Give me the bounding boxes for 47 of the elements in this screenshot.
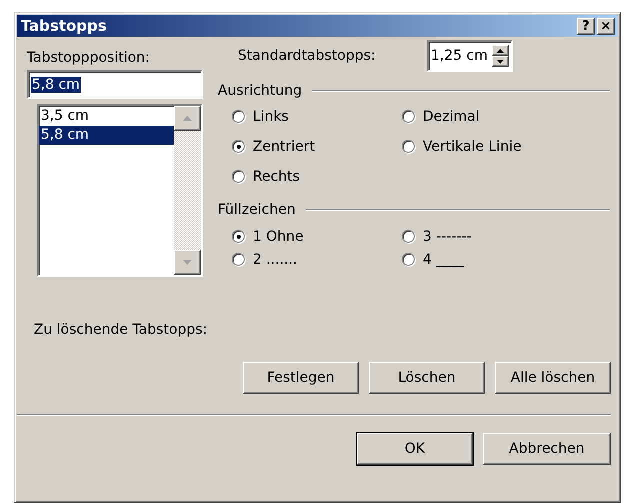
radio-button[interactable] xyxy=(402,110,415,123)
window-title: Tabstopps xyxy=(21,17,108,35)
field-label: Standardtabstopps: xyxy=(238,48,377,64)
list-item[interactable]: 5,8 cm xyxy=(39,126,174,145)
radio-label[interactable]: Links xyxy=(253,108,289,124)
radio-label[interactable]: Rechts xyxy=(253,168,300,184)
radio-button[interactable] xyxy=(232,253,245,266)
radio-label[interactable]: 2 ....... xyxy=(253,252,298,268)
spin-field[interactable]: 1,25 cm xyxy=(427,40,513,72)
radio-button[interactable] xyxy=(232,140,245,153)
scrollbar[interactable] xyxy=(174,106,201,275)
close-button[interactable]: × xyxy=(597,18,615,34)
group-title: Füllzeichen xyxy=(218,202,296,218)
input-field[interactable]: 5,8 cm xyxy=(27,70,203,99)
radio-label[interactable]: 4 ____ xyxy=(423,252,464,268)
up-arrow-icon xyxy=(497,48,504,52)
list-item[interactable]: 3,5 cm xyxy=(39,107,174,126)
list-box[interactable]: 3,5 cm 5,8 cm xyxy=(37,104,203,277)
down-arrow-icon xyxy=(497,60,504,64)
field-value: 5,8 cm xyxy=(31,76,82,92)
field-value: 1,25 cm xyxy=(431,48,488,64)
action-button[interactable]: Festlegen xyxy=(243,362,359,394)
field-label: Tabstoppposition: xyxy=(27,50,151,66)
scroll-up-button[interactable] xyxy=(174,106,201,131)
action-button[interactable]: Löschen xyxy=(369,362,485,394)
radio-button[interactable] xyxy=(232,230,245,243)
radio-button[interactable] xyxy=(402,230,415,243)
action-button[interactable]: Alle löschen xyxy=(495,362,611,394)
radio-label[interactable]: Zentriert xyxy=(253,138,316,154)
scroll-down-button[interactable] xyxy=(174,250,201,275)
radio-button[interactable] xyxy=(232,110,245,123)
radio-button[interactable] xyxy=(232,170,245,183)
radio-button[interactable] xyxy=(402,140,415,153)
up-arrow-icon xyxy=(183,116,192,121)
dialog-button[interactable]: Abbrechen xyxy=(483,433,611,465)
dialog-button[interactable]: OK xyxy=(357,433,473,465)
help-button[interactable]: ? xyxy=(577,18,595,34)
radio-button[interactable] xyxy=(402,253,415,266)
spin-down-button[interactable] xyxy=(492,56,509,67)
radio-label[interactable]: Dezimal xyxy=(423,108,480,124)
radio-label[interactable]: 1 Ohne xyxy=(253,228,304,244)
group-title: Ausrichtung xyxy=(218,83,302,99)
spin-up-button[interactable] xyxy=(492,45,509,56)
section-label: Zu löschende Tabstopps: xyxy=(34,322,209,338)
down-arrow-icon xyxy=(183,260,192,265)
radio-label[interactable]: Vertikale Linie xyxy=(423,138,522,154)
radio-label[interactable]: 3 ------- xyxy=(423,228,472,244)
